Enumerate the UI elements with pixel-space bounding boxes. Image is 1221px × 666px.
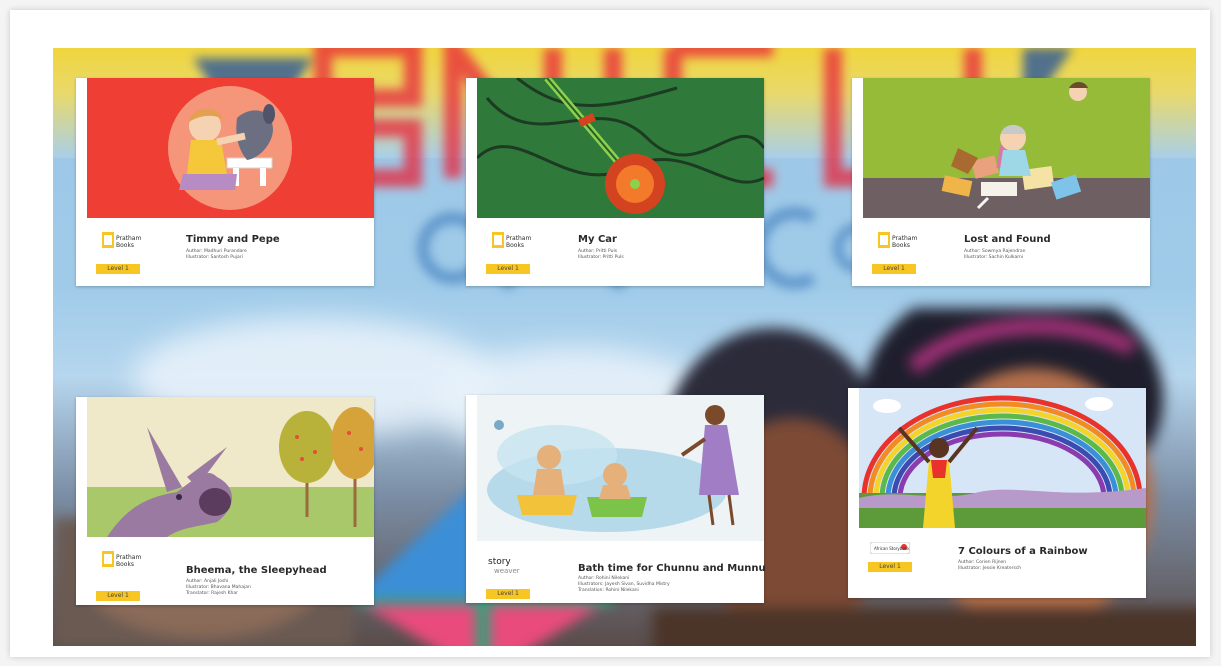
- publisher-name: African Storybook: [874, 546, 910, 551]
- book-author: Author: Anjali Joshi: [186, 579, 229, 584]
- book-card-lost-and-found[interactable]: Pratham Books Lost and Found Author: Sow…: [852, 78, 1150, 286]
- book-cover-art: [87, 78, 374, 218]
- book-title: My Car: [578, 234, 617, 245]
- level-badge: Level 1: [96, 264, 140, 274]
- video-frame: Pratham Books Timmy and Pepe Author: Mad…: [10, 10, 1210, 657]
- level-badge: Level 1: [486, 589, 530, 599]
- book-author: Author: Pritti Puls: [578, 249, 618, 254]
- publisher-name: Pratham Books: [116, 554, 142, 568]
- book-illustrator: Illustrator: Pritti Puls: [578, 255, 624, 260]
- book-card-meta: Pratham Books Bheema, the Sleepyhead Aut…: [76, 537, 374, 605]
- book-title: Timmy and Pepe: [186, 234, 280, 245]
- publisher-logo: Pratham Books: [98, 549, 142, 579]
- book-cover-art: [859, 388, 1146, 528]
- book-author: Author: Rohini Nilekani: [578, 576, 630, 581]
- level-badge: Level 1: [96, 591, 140, 601]
- book-title: Lost and Found: [964, 234, 1051, 245]
- book-author: Author: Madhuri Purandare: [186, 249, 247, 254]
- book-illustrator: Illustrator: Jessie Kreatersch: [958, 566, 1022, 571]
- book-cover-art: [863, 78, 1150, 218]
- book-title: 7 Colours of a Rainbow: [958, 546, 1088, 557]
- level-badge: Level 1: [872, 264, 916, 274]
- book-illustrator: Illustrator: Sachin Kulkarni: [964, 255, 1024, 260]
- book-illustrator: Illustrator: Bhavana Mahajan: [186, 585, 251, 590]
- book-title: Bheema, the Sleepyhead: [186, 565, 327, 576]
- book-card-my-car[interactable]: Pratham Books My Car Author: Pritti Puls…: [466, 78, 764, 286]
- book-translator: Translation: Rohini Nilekani: [578, 588, 639, 593]
- publisher-logo: Pratham Books: [98, 230, 142, 260]
- publisher-logo: story weaver: [488, 557, 532, 587]
- book-cover-art: [477, 395, 764, 541]
- book-card-meta: Pratham Books Lost and Found Author: Sow…: [852, 218, 1150, 286]
- level-badge: Level 1: [486, 264, 530, 274]
- publisher-name: story: [488, 557, 511, 567]
- book-card-timmy-and-pepe[interactable]: Pratham Books Timmy and Pepe Author: Mad…: [76, 78, 374, 286]
- book-illustrator: Illustrator: Santosh Pujari: [186, 255, 243, 260]
- book-card-meta: Pratham Books My Car Author: Pritti Puls…: [466, 218, 764, 286]
- book-author: Author: Corien Rijnen: [958, 560, 1007, 565]
- book-cover-art: [87, 397, 374, 537]
- publisher-name: Pratham Books: [892, 235, 918, 249]
- book-card-7-colours-of-a-rainbow[interactable]: African Storybook 7 Colours of a Rainbow…: [848, 388, 1146, 598]
- book-author: Author: Sowmya Rajendran: [964, 249, 1026, 254]
- publisher-tagline: weaver: [494, 567, 520, 575]
- publisher-logo: Pratham Books: [874, 230, 918, 260]
- book-cover-art: [477, 78, 764, 218]
- book-card-bath-time-for-chunnu-and-munnu[interactable]: story weaver Bath time for Chunnu and Mu…: [466, 395, 766, 603]
- publisher-name: Pratham Books: [116, 235, 142, 249]
- level-badge: Level 1: [868, 562, 912, 572]
- book-card-meta: story weaver Bath time for Chunnu and Mu…: [466, 541, 766, 611]
- publisher-logo: Pratham Books: [488, 230, 532, 260]
- book-title: Bath time for Chunnu and Munnu: [578, 563, 766, 574]
- book-card-meta: African Storybook 7 Colours of a Rainbow…: [848, 528, 1146, 598]
- book-illustrator: Illustrators: Jayesh Sivan, Suvidha Mist…: [578, 582, 670, 587]
- publisher-logo: African Storybook: [870, 542, 914, 556]
- book-card-bheema-the-sleepyhead[interactable]: Pratham Books Bheema, the Sleepyhead Aut…: [76, 397, 374, 605]
- publisher-name: Pratham Books: [506, 235, 532, 249]
- book-translator: Translator: Rajesh Khar: [186, 591, 238, 596]
- book-card-meta: Pratham Books Timmy and Pepe Author: Mad…: [76, 218, 374, 286]
